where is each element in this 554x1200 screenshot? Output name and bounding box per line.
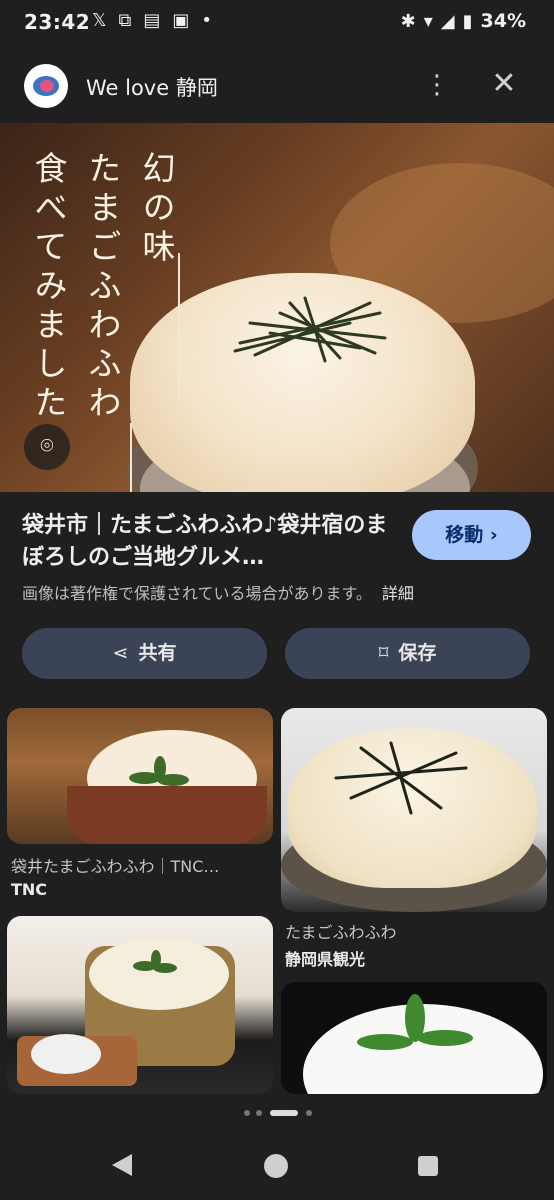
related-image-1[interactable] [7, 708, 273, 844]
share-button[interactable]: ⋖ 共有 [22, 628, 267, 679]
copyright-text: 画像は著作権で保護されている場合があります。 [22, 584, 372, 603]
related-caption-1[interactable]: 袋井たまごふわふわ｜TNC… [11, 853, 273, 877]
au-icon: ▣ [172, 10, 190, 31]
signal-icon: ◢ [440, 11, 455, 32]
battery-icon: ▮ [462, 11, 473, 32]
status-time: 23:42 [24, 10, 91, 34]
site-name[interactable]: We love 静岡 [86, 72, 218, 102]
overlay-text-2: たまごふわふわ [83, 151, 122, 424]
recents-icon[interactable] [418, 1156, 438, 1176]
x-logo-icon: 𝕏 [92, 10, 107, 31]
visit-button[interactable]: 移動 › [412, 510, 531, 560]
more-vert-icon[interactable]: ⋮ [424, 70, 450, 102]
related-image-4[interactable] [281, 982, 547, 1094]
related-image-3[interactable] [7, 916, 273, 1094]
source-header: We love 静岡 ⋮ ✕ [0, 52, 554, 120]
nori-garnish [233, 296, 387, 363]
save-button[interactable]: ⌑ 保存 [285, 628, 530, 679]
related-source-1: TNC [11, 880, 48, 899]
system-icons: ✱ ▾ ◢ ▮ 34% [393, 10, 526, 32]
google-lens-icon[interactable]: ⌾ [24, 424, 70, 470]
overlay-text-3: 食べてみました [29, 151, 68, 424]
bookmark-icon: ⌑ [378, 642, 389, 664]
copyright-notice: 画像は著作権で保護されている場合があります。 詳細 [22, 580, 414, 604]
copy-icon: ⧉ [118, 10, 132, 31]
dot-icon: • [201, 10, 213, 31]
details-link[interactable]: 詳細 [382, 584, 414, 603]
overlay-text-1: 幻の味 [137, 151, 176, 268]
system-nav-bar [0, 1130, 554, 1200]
status-bar: 23:42 𝕏 ⧉ ▤ ▣ • ✱ ▾ ◢ ▮ 34% [0, 0, 554, 48]
chevron-right-icon: › [489, 524, 498, 546]
related-caption-2[interactable]: たまごふわふわ [285, 919, 547, 943]
news-icon: ▤ [143, 10, 161, 31]
share-label: 共有 [138, 642, 177, 664]
notification-icons: 𝕏 ⧉ ▤ ▣ • [92, 10, 224, 31]
home-icon[interactable] [264, 1154, 288, 1178]
share-icon: ⋖ [112, 642, 129, 664]
main-image[interactable]: 幻の味 たまごふわふわ 食べてみました [0, 123, 554, 492]
bluetooth-icon: ✱ [400, 11, 416, 32]
wifi-icon: ▾ [423, 11, 433, 32]
site-logo[interactable] [24, 64, 68, 108]
close-icon[interactable]: ✕ [490, 68, 518, 100]
visit-label: 移動 [445, 524, 484, 546]
back-icon[interactable] [112, 1154, 132, 1176]
result-title[interactable]: 袋井市｜たまごふわふわ♪袋井宿のまぼろしのご当地グルメ… [22, 510, 394, 574]
save-label: 保存 [398, 642, 437, 664]
related-source-2: 静岡県観光 [285, 950, 366, 969]
related-image-2[interactable] [281, 708, 547, 912]
battery-level: 34% [480, 10, 526, 32]
